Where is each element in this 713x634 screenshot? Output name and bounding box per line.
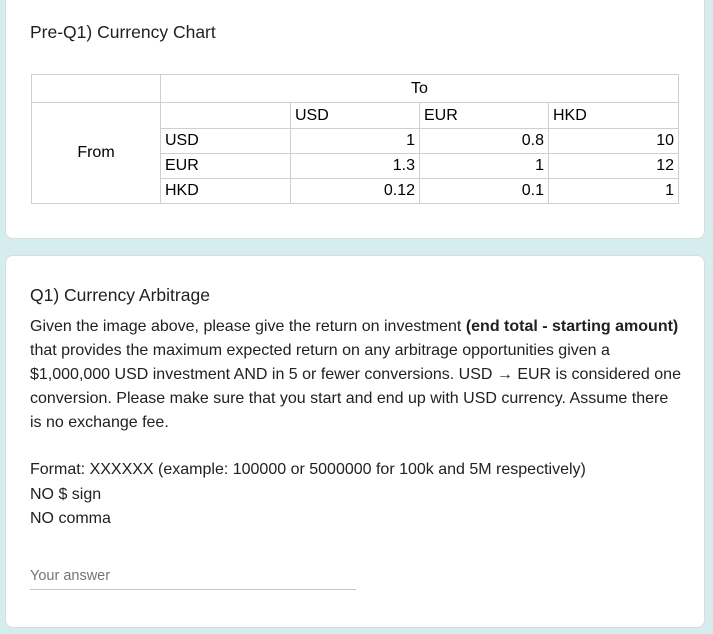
table-row: To — [31, 74, 679, 103]
from-header: From — [31, 102, 161, 204]
currency-rate-table: To From USD EUR HKD USD 1 0.8 10 EUR 1.3… — [31, 74, 679, 204]
currency-chart-title: Pre-Q1) Currency Chart — [30, 22, 216, 42]
table-cell: 0.1 — [419, 178, 549, 204]
format-line: Format: XXXXXX (example: 100000 or 50000… — [30, 461, 586, 478]
to-header: To — [160, 74, 679, 103]
question-text-part1: Given the image above, please give the r… — [30, 318, 466, 335]
question-description: Given the image above, please give the r… — [30, 315, 682, 435]
currency-chart-card: Pre-Q1) Currency Chart To From USD EUR H… — [5, 0, 705, 239]
table-cell-empty — [160, 102, 291, 129]
table-row: From USD EUR HKD — [31, 102, 679, 204]
row-header-hkd: HKD — [160, 178, 291, 204]
table-cell: 1 — [548, 178, 679, 204]
table-cell: 12 — [548, 153, 679, 179]
question-title: Q1) Currency Arbitrage — [30, 285, 210, 305]
question-text-part2: that provides the maximum expected retur… — [30, 342, 681, 431]
question-text-bold: (end total - starting amount) — [465, 318, 679, 335]
answer-input[interactable] — [30, 562, 356, 590]
table-cell: 1 — [419, 153, 549, 179]
row-header-eur: EUR — [160, 153, 291, 179]
table-cell: 1.3 — [290, 153, 420, 179]
question-card: Q1) Currency Arbitrage Given the image a… — [5, 255, 705, 628]
row-header-usd: USD — [160, 128, 291, 154]
format-instructions: Format: XXXXXX (example: 100000 or 50000… — [30, 458, 586, 532]
column-header-hkd: HKD — [548, 102, 679, 129]
column-header-usd: USD — [290, 102, 420, 129]
table-cell: 10 — [548, 128, 679, 154]
table-cell: 0.8 — [419, 128, 549, 154]
column-header-eur: EUR — [419, 102, 549, 129]
table-cell: 0.12 — [290, 178, 420, 204]
table-cell: 1 — [290, 128, 420, 154]
no-sign-line: NO $ sign — [30, 485, 102, 503]
table-cell-empty — [31, 74, 161, 103]
no-comma-line: NO comma — [30, 510, 111, 527]
